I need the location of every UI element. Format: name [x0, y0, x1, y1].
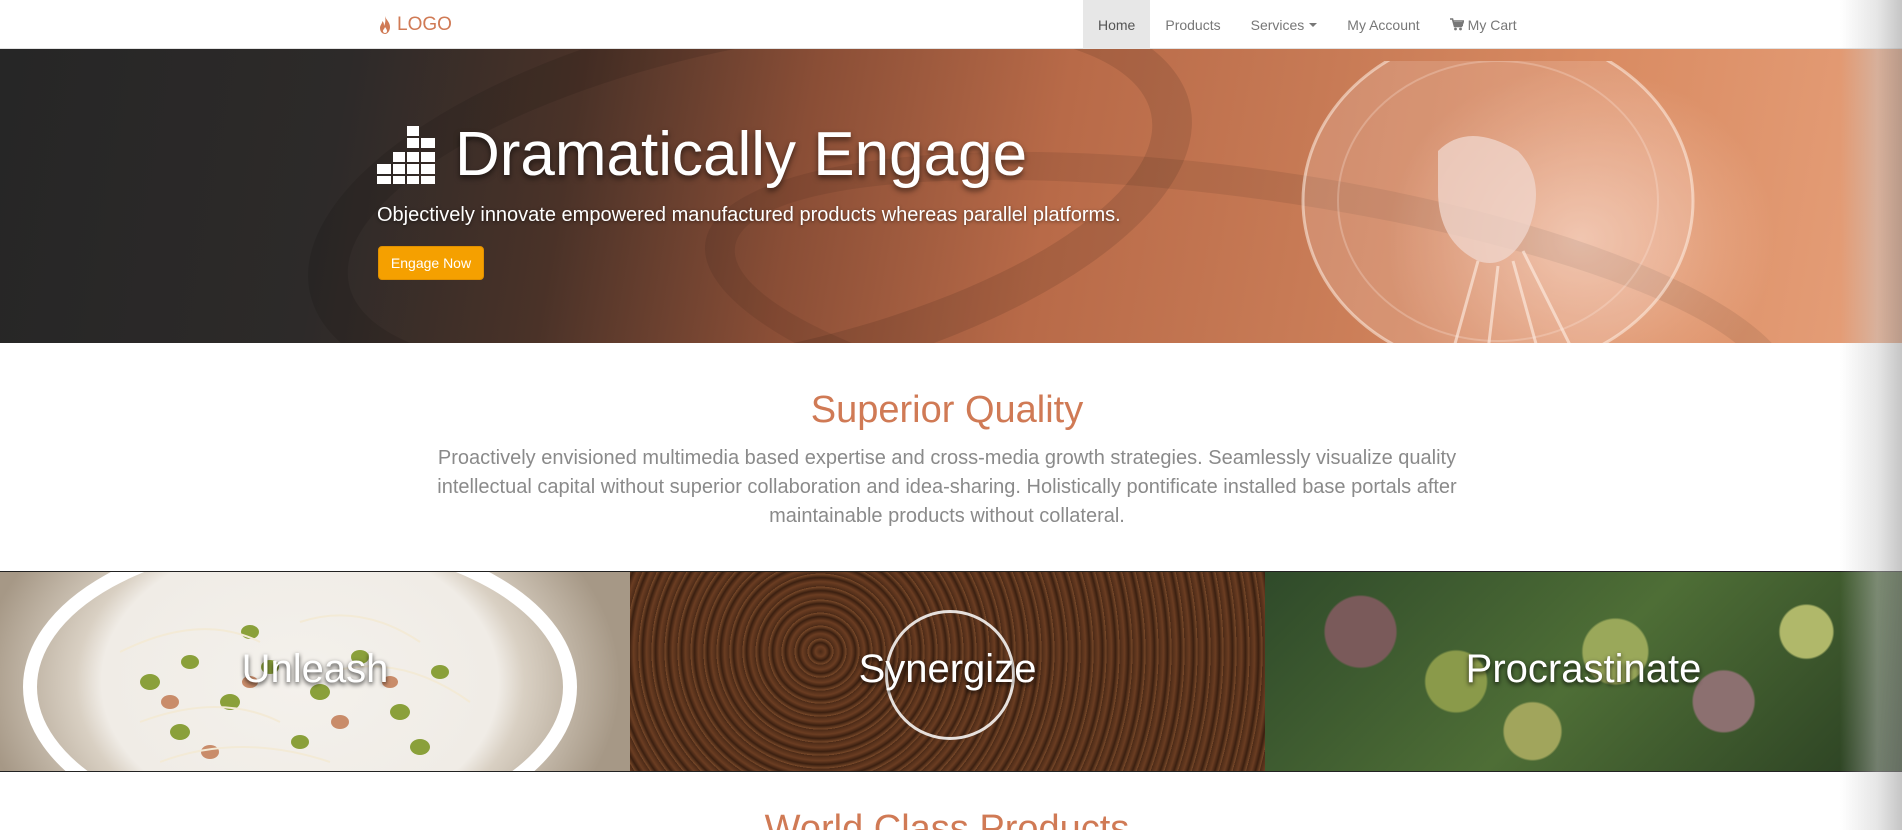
- engage-now-button[interactable]: Engage Now: [378, 246, 484, 280]
- nav-my-cart-label: My Cart: [1467, 16, 1517, 33]
- tile-synergize[interactable]: Synergize: [630, 572, 1265, 771]
- page: LOGO Home Products Services My Account M…: [0, 0, 1902, 830]
- brand-logo[interactable]: LOGO: [377, 12, 452, 38]
- section-description: Proactively envisioned multimedia based …: [437, 447, 1457, 527]
- nav-home-label: Home: [1098, 16, 1136, 33]
- nav-my-account[interactable]: My Account: [1332, 0, 1434, 49]
- section-title: World Class Products: [764, 808, 1130, 830]
- navbar: LOGO Home Products Services My Account M…: [0, 0, 1902, 49]
- caret-down-icon: [1309, 22, 1318, 27]
- tile-unleash[interactable]: Unleash: [0, 572, 630, 771]
- hero-title: Dramatically Engage: [377, 119, 1027, 190]
- tile-label: Unleash: [241, 647, 389, 691]
- nav-my-cart[interactable]: My Cart: [1435, 0, 1532, 49]
- section-title: Superior Quality: [810, 389, 1084, 431]
- nav-products-label: Products: [1165, 16, 1221, 33]
- light-bulb-image: [1301, 61, 1695, 343]
- hero-subtitle: Objectively innovate empowered manufactu…: [377, 204, 1121, 226]
- tile-label: Procrastinate: [1465, 647, 1702, 691]
- tile-procrastinate[interactable]: Procrastinate: [1265, 572, 1902, 771]
- shopping-cart-icon: [1449, 18, 1464, 31]
- nav-my-account-label: My Account: [1347, 16, 1420, 33]
- flame-icon: [380, 16, 390, 34]
- bar-chart-icon: [377, 125, 435, 184]
- nav-services-dropdown[interactable]: Services: [1236, 0, 1333, 49]
- brand-text: LOGO: [397, 14, 452, 35]
- hero-title-text: Dramatically Engage: [455, 120, 1028, 189]
- nav-home[interactable]: Home: [1083, 0, 1151, 49]
- tile-label: Synergize: [858, 647, 1037, 691]
- hero-banner: Dramatically Engage Objectively innovate…: [0, 49, 1902, 343]
- nav-products[interactable]: Products: [1150, 0, 1235, 49]
- feature-tiles: Unleash Synergize Procrastinate: [0, 571, 1902, 772]
- main-nav: Home Products Services My Account My Car…: [1083, 0, 1532, 49]
- nav-services-label: Services: [1250, 16, 1305, 33]
